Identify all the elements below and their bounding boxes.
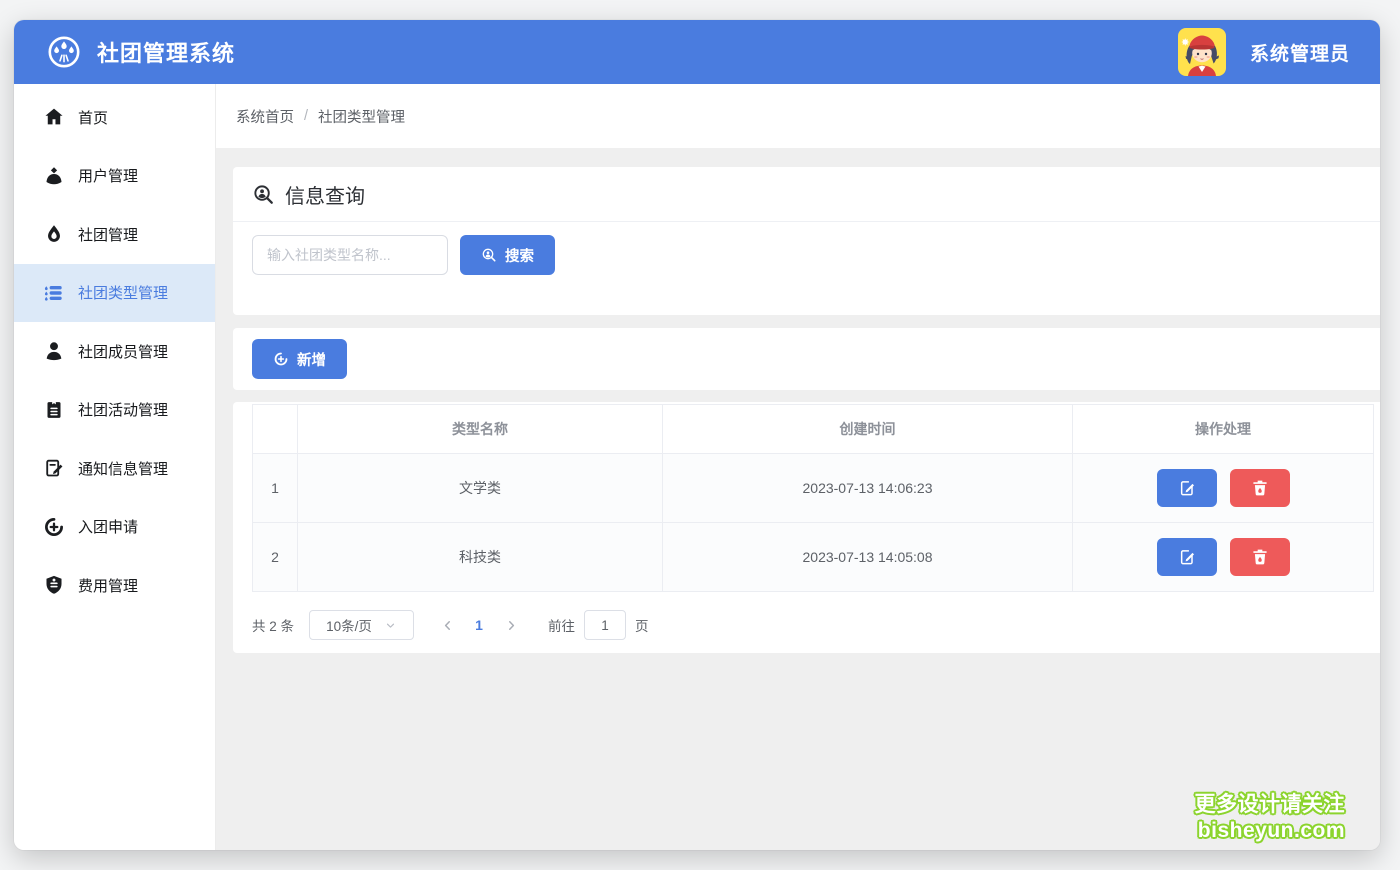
search-input[interactable]	[252, 235, 448, 275]
page-size-select[interactable]: 10条/页	[309, 610, 414, 640]
edit-button[interactable]	[1157, 469, 1217, 507]
sidebar-item-home[interactable]: 首页	[14, 88, 215, 147]
sidebar-item-members[interactable]: 社团成员管理	[14, 322, 215, 381]
chevron-right-icon	[504, 618, 519, 633]
sidebar-item-activities[interactable]: 社团活动管理	[14, 381, 215, 440]
top-bar: 社团管理系统 系统管理员	[14, 20, 1380, 84]
data-table-panel: 类型名称 创建时间 操作处理 1 文学类 2023-07-13 14:06:23	[233, 402, 1380, 653]
pagination: 共 2 条 10条/页 1 前往	[252, 610, 1374, 640]
drop-icon	[43, 223, 65, 245]
circle-plus-icon	[273, 351, 289, 367]
main-area: 系统首页 / 社团类型管理 信息查询 搜索	[216, 84, 1380, 850]
search-button[interactable]: 搜索	[460, 235, 555, 275]
list-icon	[43, 282, 65, 304]
edit-icon	[1177, 478, 1197, 498]
sidebar-item-applications[interactable]: 入团申请	[14, 498, 215, 557]
trash-icon	[1250, 547, 1270, 567]
watermark-line2: bisheyun.com	[1195, 818, 1346, 844]
chevron-down-icon	[384, 619, 397, 632]
sidebar-item-fees[interactable]: 费用管理	[14, 556, 215, 615]
fee-icon	[43, 574, 65, 596]
brand: 社团管理系统	[46, 34, 235, 70]
table-row: 2 科技类 2023-07-13 14:05:08	[253, 523, 1374, 592]
table-body: 1 文学类 2023-07-13 14:06:23	[253, 454, 1374, 592]
goto-label: 前往	[548, 615, 575, 635]
screen: { "app": { "title": "社团管理系统", "user": "系…	[0, 0, 1400, 870]
add-button[interactable]: 新增	[252, 339, 347, 379]
home-icon	[43, 106, 65, 128]
activity-icon	[43, 399, 65, 421]
avatar	[1178, 28, 1226, 76]
watermark: 更多设计请关注 bisheyun.com	[1195, 792, 1346, 844]
delete-button[interactable]	[1230, 538, 1290, 576]
apply-icon	[43, 516, 65, 538]
cell-index: 2	[253, 523, 298, 592]
cell-index: 1	[253, 454, 298, 523]
total-count: 共 2 条	[252, 615, 294, 635]
user-icon	[43, 165, 65, 187]
sidebar: 首页 用户管理 社团管理 社团类型管理	[14, 84, 216, 850]
sidebar-item-notices[interactable]: 通知信息管理	[14, 439, 215, 498]
user-name: 系统管理员	[1250, 39, 1350, 66]
sidebar-item-label: 入团申请	[78, 516, 138, 537]
cell-actions	[1073, 523, 1374, 592]
toolbar: 新增	[233, 328, 1380, 390]
cell-created: 2023-07-13 14:05:08	[663, 523, 1073, 592]
edit-icon	[1177, 547, 1197, 567]
cell-name: 文学类	[298, 454, 663, 523]
sidebar-item-label: 用户管理	[78, 165, 138, 186]
chevron-left-icon	[440, 618, 455, 633]
breadcrumb-item-current: 社团类型管理	[318, 106, 405, 127]
search-icon	[481, 247, 497, 263]
sidebar-item-label: 费用管理	[78, 575, 138, 596]
column-header-created: 创建时间	[663, 405, 1073, 454]
prev-page-button[interactable]	[430, 610, 464, 640]
sidebar-item-label: 社团管理	[78, 224, 138, 245]
data-table: 类型名称 创建时间 操作处理 1 文学类 2023-07-13 14:06:23	[252, 404, 1374, 592]
column-header-index	[253, 405, 298, 454]
sidebar-item-label: 社团类型管理	[78, 282, 168, 303]
member-icon	[43, 340, 65, 362]
table-header-row: 类型名称 创建时间 操作处理	[253, 405, 1374, 454]
breadcrumb-item-home[interactable]: 系统首页	[236, 106, 294, 127]
search-panel-title: 信息查询	[233, 167, 1380, 222]
delete-button[interactable]	[1230, 469, 1290, 507]
next-page-button[interactable]	[494, 610, 528, 640]
goto-page-input[interactable]	[584, 610, 626, 640]
table-row: 1 文学类 2023-07-13 14:06:23	[253, 454, 1374, 523]
sidebar-item-label: 社团活动管理	[78, 399, 168, 420]
edit-button[interactable]	[1157, 538, 1217, 576]
sidebar-item-users[interactable]: 用户管理	[14, 147, 215, 206]
cell-actions	[1073, 454, 1374, 523]
cell-name: 科技类	[298, 523, 663, 592]
column-header-name: 类型名称	[298, 405, 663, 454]
user-search-icon	[252, 183, 275, 206]
app-window: 社团管理系统 系统管理员	[14, 20, 1380, 850]
search-panel: 信息查询 搜索	[233, 167, 1380, 315]
sidebar-item-label: 社团成员管理	[78, 341, 168, 362]
cell-created: 2023-07-13 14:06:23	[663, 454, 1073, 523]
sidebar-item-label: 首页	[78, 107, 108, 128]
app-logo-icon	[46, 34, 82, 70]
sidebar-item-clubs[interactable]: 社团管理	[14, 205, 215, 264]
current-page[interactable]: 1	[464, 617, 494, 633]
column-header-actions: 操作处理	[1073, 405, 1374, 454]
sidebar-item-club-types[interactable]: 社团类型管理	[14, 264, 215, 323]
breadcrumb: 系统首页 / 社团类型管理	[216, 84, 1380, 148]
sidebar-item-label: 通知信息管理	[78, 458, 168, 479]
breadcrumb-separator: /	[304, 108, 308, 124]
trash-icon	[1250, 478, 1270, 498]
watermark-line1: 更多设计请关注	[1195, 792, 1346, 818]
notice-icon	[43, 457, 65, 479]
app-title: 社团管理系统	[97, 36, 235, 68]
user-box[interactable]: 系统管理员	[1178, 28, 1350, 76]
page-unit-label: 页	[635, 615, 649, 635]
